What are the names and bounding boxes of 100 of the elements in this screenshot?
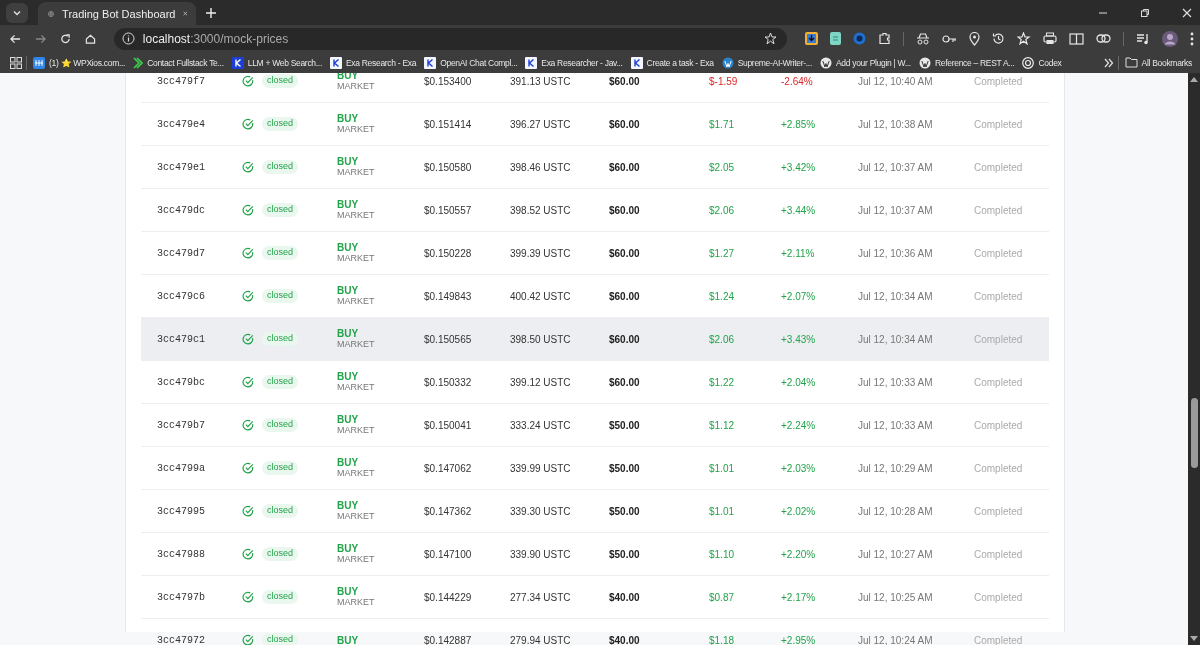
trade-result: Completed — [974, 591, 1023, 603]
trade-time: Jul 12, 10:33 AM — [858, 376, 933, 388]
star-icon[interactable] — [1017, 32, 1031, 45]
scrollbar-thumb[interactable] — [1190, 398, 1198, 468]
reload-icon[interactable] — [59, 32, 71, 45]
trade-row[interactable]: 3cc4797b closed BUY MARKET $0.144229 277.34 USTC $40.00 $0.87 +2.17% Jul 12, 10:25 AM Completed — [141, 576, 1049, 619]
trade-total: $60.00 — [609, 204, 640, 216]
profit-loss-percent: +2.07% — [781, 290, 816, 302]
trade-id: 3cc479c1 — [157, 333, 205, 345]
trade-id: 3cc47988 — [157, 548, 205, 560]
apps-icon[interactable] — [10, 56, 22, 69]
trade-row[interactable]: 3cc479e1 closed BUY MARKET $0.150580 398.46 USTC $60.00 $2.05 +3.42% Jul 12, 10:37 AM Completed — [141, 146, 1049, 189]
trade-time: Jul 12, 10:40 AM — [858, 75, 933, 87]
avatar-icon[interactable] — [1162, 30, 1178, 47]
bookmark[interactable]: Create a task - Exa — [628, 56, 716, 69]
profit-loss: $2.06 — [709, 333, 735, 345]
trade-quantity: 279.94 USTC — [510, 634, 571, 645]
trade-side: BUY — [337, 242, 360, 254]
browser-tab[interactable]: Trading Bot Dashboard — [38, 2, 196, 25]
trade-row[interactable]: 3cc479dc closed BUY MARKET $0.150557 398.52 USTC $60.00 $2.06 +3.44% Jul 12, 10:37 AM Completed — [141, 189, 1049, 232]
bookmark[interactable]: Supreme-AI-Writer-... — [719, 56, 814, 69]
bookmark[interactable]: Exa Research - Exa — [327, 56, 419, 69]
check-circle-icon — [242, 75, 254, 87]
trade-result: Completed — [974, 333, 1023, 345]
trade-price: $0.149843 — [424, 290, 472, 302]
profit-loss-percent: +2.24% — [781, 419, 816, 431]
status-badge: closed — [262, 547, 298, 561]
location-pin-icon[interactable] — [969, 31, 980, 46]
trade-row[interactable]: 3cc47972 closed BUY $0.142887 279.94 USTC $40.00 $1.18 +2.95% Jul 12, 10:24 AM Completed — [141, 619, 1049, 645]
trade-result: Completed — [974, 290, 1023, 302]
trade-row[interactable]: 3cc479d7 closed BUY MARKET $0.150228 399.39 USTC $60.00 $1.27 +2.11% Jul 12, 10:36 AM Completed — [141, 232, 1049, 275]
profit-loss: $1.71 — [709, 118, 735, 130]
trade-row[interactable]: 3cc479bc closed BUY MARKET $0.150332 399.12 USTC $60.00 $1.22 +2.04% Jul 12, 10:33 AM Completed — [141, 361, 1049, 404]
check-circle-icon — [242, 634, 254, 645]
trade-total: $60.00 — [609, 333, 640, 345]
history-icon[interactable] — [992, 32, 1005, 45]
trade-row[interactable]: 3cc479f7 closed BUY MARKET $0.153400 391.13 USTC $60.00 $-1.59 -2.64% Jul 12, 10:40 AM Completed — [141, 73, 1049, 103]
reader-icon[interactable] — [1069, 32, 1084, 45]
bookmark[interactable]: LLM + Web Search... — [229, 56, 324, 69]
trade-result: Completed — [974, 419, 1023, 431]
info-icon[interactable] — [121, 32, 135, 45]
more-icon[interactable] — [1190, 31, 1194, 46]
forward-icon[interactable] — [34, 32, 46, 45]
star-icon[interactable] — [764, 32, 777, 45]
status-badge: closed — [262, 289, 298, 303]
bookmark[interactable]: OpenAI Chat Compl... — [422, 56, 520, 69]
home-icon[interactable] — [84, 32, 96, 45]
trade-total: $40.00 — [609, 591, 640, 603]
trade-price: $0.144229 — [424, 591, 472, 603]
bookmark[interactable]: Exa Researcher - Jav... — [523, 56, 625, 69]
download-icon[interactable] — [805, 32, 818, 45]
trade-side: BUY — [337, 199, 360, 211]
bookmark[interactable]: Codex — [1020, 56, 1064, 69]
close-icon[interactable] — [1182, 7, 1192, 18]
status-badge: closed — [262, 160, 298, 174]
bookmark[interactable]: (1) ⭐ WPXios.com... — [31, 56, 128, 69]
trade-row[interactable]: 3cc47995 closed BUY MARKET $0.147362 339.30 USTC $50.00 $1.01 +2.02% Jul 12, 10:28 AM Completed — [141, 490, 1049, 533]
status-badge: closed — [262, 590, 298, 604]
check-circle-icon — [242, 290, 254, 302]
status-badge: closed — [262, 74, 298, 88]
scrollbar[interactable] — [1188, 73, 1200, 645]
status-badge: closed — [262, 418, 298, 432]
trade-row[interactable]: 3cc479b7 closed BUY MARKET $0.150041 333.24 USTC $50.00 $1.12 +2.24% Jul 12, 10:33 AM Completed — [141, 404, 1049, 447]
puzzle-icon[interactable] — [878, 32, 891, 45]
chevron-icon[interactable] — [1103, 57, 1114, 68]
trade-result: Completed — [974, 118, 1023, 130]
bookmark[interactable]: Contact Fullstack Te... — [131, 56, 226, 69]
trade-id: 3cc479b7 — [157, 419, 205, 431]
link-icon[interactable] — [1096, 34, 1111, 43]
status-badge: closed — [262, 203, 298, 217]
media-icon[interactable] — [1136, 32, 1150, 45]
trade-quantity: 398.46 USTC — [510, 161, 571, 173]
printer-icon[interactable] — [1043, 32, 1057, 45]
order-type: MARKET — [337, 383, 375, 393]
status-badge: closed — [262, 461, 298, 475]
trade-time: Jul 12, 10:28 AM — [858, 505, 933, 517]
k-logo-icon — [231, 56, 244, 69]
new-tab-icon[interactable] — [206, 7, 216, 18]
back-icon[interactable] — [10, 32, 21, 45]
trade-row[interactable]: 3cc479e4 closed BUY MARKET $0.151414 396.27 USTC $60.00 $1.71 +2.85% Jul 12, 10:38 AM Completed — [141, 103, 1049, 146]
incognito-icon[interactable] — [916, 32, 930, 45]
bookmark[interactable]: Reference – REST A... — [916, 56, 1017, 69]
scroll-up-icon[interactable] — [1190, 76, 1198, 82]
trade-row[interactable]: 3cc479c1 closed BUY MARKET $0.150565 398.50 USTC $60.00 $2.06 +3.43% Jul 12, 10:34 AM Completed — [141, 318, 1049, 361]
profit-loss: $1.12 — [709, 419, 735, 431]
address-bar[interactable]: localhost:3000/mock-prices — [113, 27, 787, 50]
trade-time: Jul 12, 10:34 AM — [858, 333, 933, 345]
order-type: MARKET — [337, 340, 375, 350]
profit-loss-percent: +3.42% — [781, 161, 816, 173]
tab-search-button[interactable] — [6, 2, 28, 23]
key-icon[interactable] — [942, 33, 957, 44]
trade-row[interactable]: 3cc47988 closed BUY MARKET $0.147100 339.90 USTC $50.00 $1.10 +2.20% Jul 12, 10:27 AM Completed — [141, 533, 1049, 576]
document-icon[interactable] — [830, 32, 841, 45]
profit-loss-percent: +2.20% — [781, 548, 816, 560]
bookmark[interactable]: Add your Plugin | W... — [817, 56, 913, 69]
compass-icon[interactable] — [853, 32, 866, 45]
all-bookmarks-folder[interactable]: All Bookmarks — [1122, 57, 1194, 68]
trade-row[interactable]: 3cc4799a closed BUY MARKET $0.147062 339.99 USTC $50.00 $1.01 +2.03% Jul 12, 10:29 AM Completed — [141, 447, 1049, 490]
scroll-down-icon[interactable] — [1190, 636, 1198, 642]
restore-icon[interactable] — [1140, 7, 1150, 18]
